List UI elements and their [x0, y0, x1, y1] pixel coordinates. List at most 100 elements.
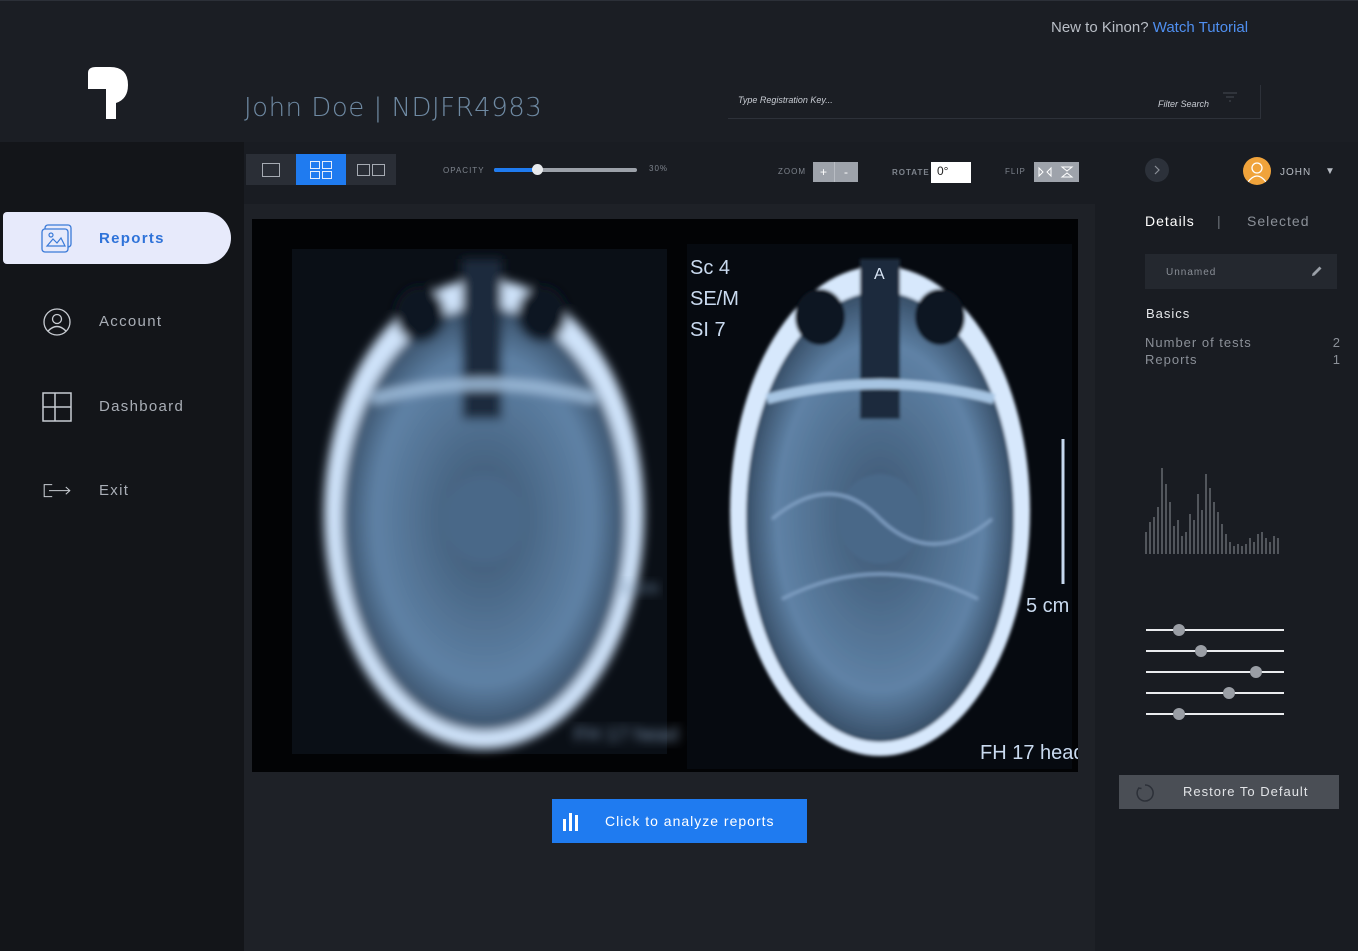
flip-horizontal-button[interactable]: [1034, 162, 1056, 182]
tab-separator: |: [1217, 213, 1221, 229]
right-scan-slice: SI 7: [690, 319, 726, 341]
opacity-label: OPACITY: [443, 166, 485, 175]
exit-icon: [43, 484, 71, 498]
slider-track: [1146, 671, 1284, 673]
restore-button-label: Restore To Default: [1183, 784, 1309, 799]
split-view-icon: [357, 163, 385, 176]
restore-default-button[interactable]: Restore To Default: [1119, 775, 1339, 809]
flip-vertical-icon: [1060, 166, 1074, 178]
account-icon: [43, 308, 71, 336]
adjustment-slider-2[interactable]: [1146, 644, 1284, 658]
opacity-slider[interactable]: [494, 164, 637, 175]
patient-title: John Doe | NDJFR4983: [244, 93, 543, 123]
layout-grid-button[interactable]: [296, 154, 346, 185]
filter-search-label[interactable]: Filter Search: [1158, 99, 1209, 109]
opacity-handle[interactable]: [531, 164, 543, 175]
sidebar-item-label: Account: [99, 312, 163, 330]
flip-vertical-button[interactable]: [1056, 162, 1078, 182]
reset-icon: [1136, 784, 1154, 802]
zoom-label: ZOOM: [778, 167, 806, 176]
user-name[interactable]: JOHN: [1280, 167, 1311, 178]
left-scan-caption: FH 17 head: [574, 724, 679, 746]
adjustment-slider-4[interactable]: [1146, 686, 1284, 700]
sidebar-item-label: Exit: [99, 481, 130, 499]
tab-details[interactable]: Details: [1145, 213, 1195, 229]
stat-value: 2: [1332, 335, 1341, 350]
watch-tutorial-link[interactable]: Watch Tutorial: [1153, 19, 1248, 36]
layout-switcher: [246, 154, 396, 185]
rotate-input[interactable]: 0°: [931, 162, 971, 183]
details-panel: JOHN ▼ Details | Selected Unnamed Basics…: [1095, 142, 1358, 951]
slider-handle[interactable]: [1173, 708, 1186, 720]
registration-key-input[interactable]: [738, 95, 1058, 105]
slider-handle[interactable]: [1222, 687, 1235, 699]
tutorial-prompt: New to Kinon? Watch Tutorial: [1051, 19, 1248, 36]
slider-track: [1146, 692, 1284, 694]
sidebar-item-exit[interactable]: Exit: [3, 464, 231, 516]
mri-scan-image[interactable]: 5 cm FH 17 head Sc 4 SE/M SI 7 A 5 cm FH…: [252, 219, 1078, 772]
left-sidebar: Reports Account Dashboard Exit: [0, 142, 244, 951]
opacity-value: 30%: [649, 164, 669, 173]
right-scan-caption: FH 17 head: [980, 742, 1078, 764]
mri-scans: 5 cm FH 17 head Sc 4 SE/M SI 7 A 5 cm FH…: [252, 219, 1078, 772]
single-view-icon: [262, 162, 280, 177]
right-scan-orientation: A: [874, 266, 885, 283]
sidebar-item-label: Reports: [99, 229, 165, 247]
adjustment-slider-1[interactable]: [1146, 623, 1284, 637]
sidebar-item-reports[interactable]: Reports: [3, 212, 231, 264]
tab-selected[interactable]: Selected: [1247, 213, 1309, 229]
scan-viewer: 5 cm FH 17 head Sc 4 SE/M SI 7 A 5 cm FH…: [244, 204, 1095, 951]
chevron-right-icon: [1154, 165, 1160, 175]
stat-row: Number of tests 2: [1145, 335, 1341, 350]
tutorial-prefix: New to Kinon?: [1051, 19, 1149, 36]
analyze-reports-button[interactable]: Click to analyze reports: [552, 799, 807, 843]
stat-row: Reports 1: [1145, 352, 1341, 367]
slider-track: [1146, 629, 1284, 631]
top-header: New to Kinon? Watch Tutorial John Doe | …: [0, 0, 1358, 142]
chevron-down-icon[interactable]: ▼: [1325, 166, 1335, 177]
slider-handle[interactable]: [1195, 645, 1208, 657]
zoom-controls: + -: [813, 162, 858, 182]
avatar[interactable]: [1243, 157, 1271, 185]
right-scan-sequence: SE/M: [690, 288, 739, 310]
opacity-fill: [494, 168, 537, 172]
left-scan-scale-label: 5 cm: [620, 578, 659, 598]
report-name-field[interactable]: Unnamed: [1145, 254, 1337, 289]
dashboard-icon: [42, 392, 72, 422]
slider-handle[interactable]: [1250, 666, 1263, 678]
sidebar-item-account[interactable]: Account: [3, 295, 231, 347]
flip-horizontal-icon: [1038, 166, 1052, 178]
intensity-histogram: [1145, 468, 1279, 554]
basics-title: Basics: [1146, 306, 1191, 321]
kinon-logo: [88, 67, 128, 119]
sidebar-item-label: Dashboard: [99, 397, 185, 415]
filter-icon[interactable]: [1222, 91, 1238, 105]
adjustment-slider-3[interactable]: [1146, 665, 1284, 679]
adjustment-slider-5[interactable]: [1146, 707, 1284, 721]
zoom-out-button[interactable]: -: [835, 162, 857, 182]
pencil-icon[interactable]: [1310, 264, 1324, 278]
viewer-toolbar: OPACITY 30% ZOOM + - ROTATE 0° FLIP: [244, 142, 1114, 204]
layout-single-button[interactable]: [246, 154, 296, 185]
collapse-panel-button[interactable]: [1145, 158, 1169, 182]
right-scan-series: Sc 4: [690, 257, 730, 279]
sidebar-item-dashboard[interactable]: Dashboard: [3, 380, 231, 432]
user-avatar-icon: [1247, 162, 1267, 183]
analyze-button-label: Click to analyze reports: [605, 813, 775, 829]
rotate-label: ROTATE: [892, 168, 930, 177]
search-bar: Filter Search: [728, 85, 1261, 119]
bar-chart-icon: [563, 813, 578, 831]
stat-label: Number of tests: [1145, 335, 1252, 350]
layout-split-button[interactable]: [346, 154, 396, 185]
flip-label: FLIP: [1005, 167, 1026, 176]
grid-view-icon: [310, 160, 332, 179]
report-name-value: Unnamed: [1166, 267, 1217, 278]
slider-handle[interactable]: [1173, 624, 1186, 636]
slider-track: [1146, 650, 1284, 652]
slider-track: [1146, 713, 1284, 715]
zoom-in-button[interactable]: +: [813, 162, 835, 182]
reports-icon: [41, 224, 72, 253]
right-scan-scale-label: 5 cm: [1026, 595, 1069, 617]
stat-label: Reports: [1145, 352, 1198, 367]
stat-value: 1: [1332, 352, 1341, 367]
